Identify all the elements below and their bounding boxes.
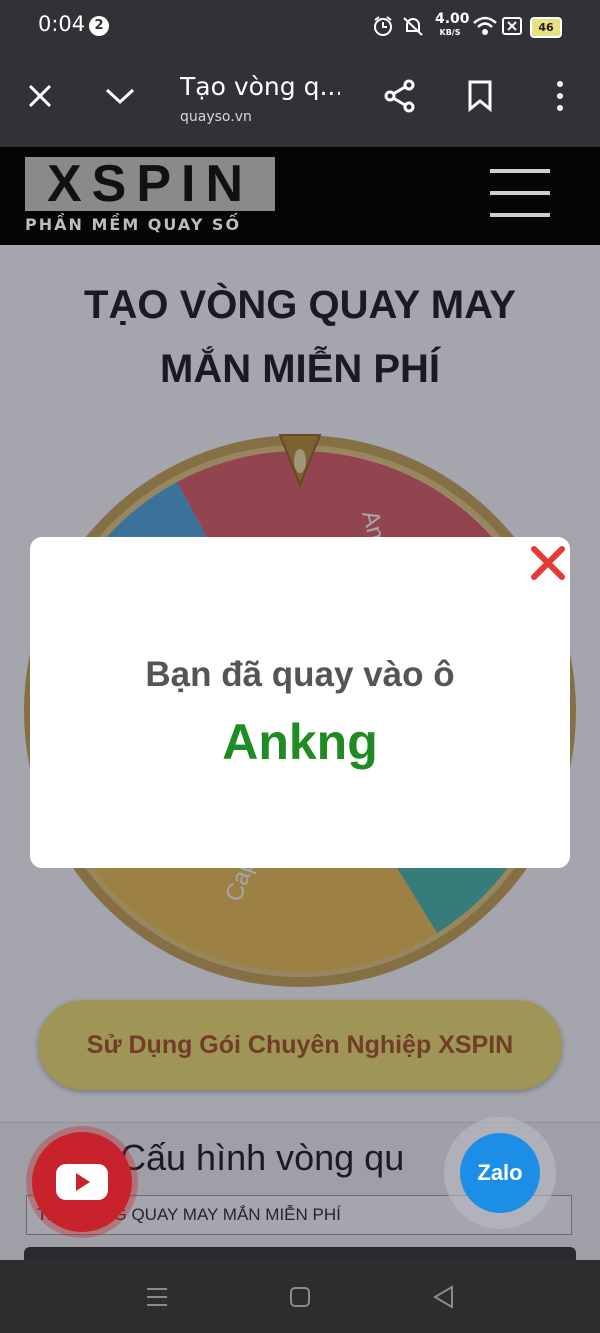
- logo-text: XSPIN: [46, 155, 254, 213]
- share-icon: [384, 79, 415, 113]
- result-value: Ankng: [222, 714, 378, 770]
- close-tab-button[interactable]: [18, 74, 62, 118]
- close-icon[interactable]: [528, 543, 568, 583]
- xspin-logo[interactable]: XSPIN PHẦN MỀM QUAY SỐ: [25, 155, 277, 235]
- page-url: quayso.vn: [180, 109, 252, 125]
- more-menu-button[interactable]: [538, 74, 582, 118]
- youtube-button[interactable]: [32, 1132, 132, 1232]
- site-header: XSPIN PHẦN MỀM QUAY SỐ: [0, 147, 600, 245]
- network-speed-value: 4.00: [435, 11, 470, 27]
- hamburger-line: [490, 191, 550, 195]
- minimize-button[interactable]: [98, 74, 142, 118]
- youtube-icon: [56, 1164, 108, 1200]
- hamburger-line: [490, 169, 550, 173]
- home-button[interactable]: [289, 1286, 311, 1308]
- bookmark-icon: [468, 80, 492, 112]
- hamburger-menu-button[interactable]: [490, 169, 552, 221]
- close-icon: [28, 84, 52, 108]
- zalo-button[interactable]: Zalo: [444, 1117, 556, 1229]
- result-message: Bạn đã quay vào ô: [145, 655, 455, 694]
- page-tab-title: Tạo vòng q...: [180, 72, 340, 101]
- zalo-icon: Zalo: [460, 1133, 540, 1213]
- battery-icon: 46: [530, 17, 562, 38]
- network-speed: 4.00 KB/S: [435, 11, 470, 39]
- network-speed-unit: KB/S: [439, 28, 461, 37]
- status-time: 0:04: [38, 12, 86, 36]
- back-button[interactable]: [432, 1285, 454, 1309]
- share-button[interactable]: [378, 74, 422, 118]
- alarm-icon: [374, 16, 392, 36]
- result-modal: Bạn đã quay vào ô Ankng: [30, 537, 570, 868]
- status-bar: 0:04 2 4.00 KB/S 46: [0, 0, 600, 52]
- recent-apps-button[interactable]: [146, 1286, 168, 1308]
- wifi-icon: [473, 16, 497, 35]
- android-nav-bar: [0, 1260, 600, 1333]
- bookmark-button[interactable]: [458, 74, 502, 118]
- mute-icon: [403, 17, 423, 36]
- browser-toolbar: Tạo vòng q... quayso.vn: [0, 52, 600, 147]
- more-vertical-icon: [557, 81, 563, 111]
- chevron-down-icon: [105, 88, 135, 105]
- notification-count-badge: 2: [89, 16, 109, 36]
- hamburger-line: [490, 213, 550, 217]
- no-sim-icon: [502, 17, 522, 35]
- logo-tagline: PHẦN MỀM QUAY SỐ: [25, 215, 242, 234]
